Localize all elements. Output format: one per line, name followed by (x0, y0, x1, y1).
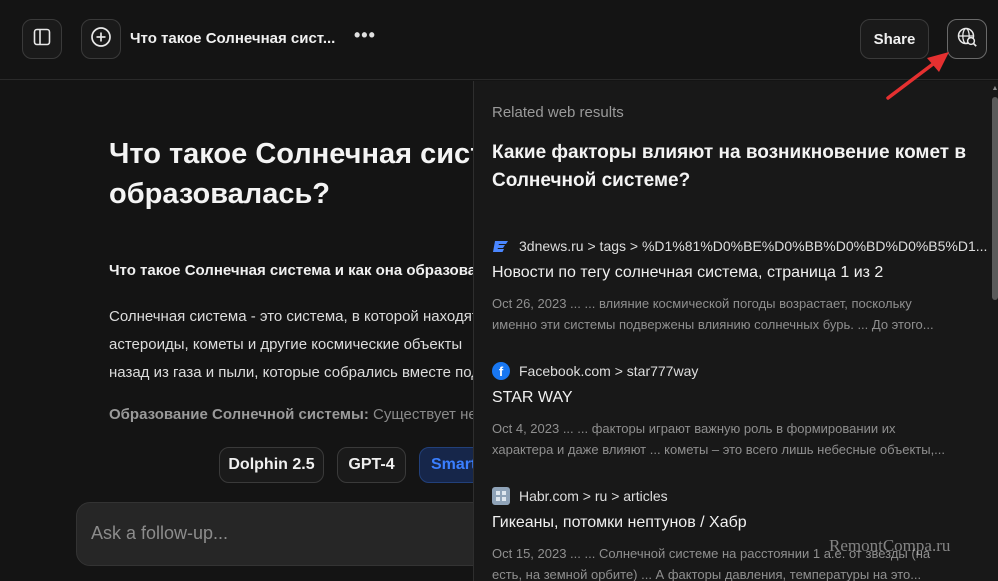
watermark: RemontCompa.ru (829, 536, 951, 555)
more-options-button[interactable]: ••• (354, 25, 376, 46)
3dnews-icon (492, 237, 510, 255)
search-result[interactable]: Habr.com > ru > articles Гикеаны, потомк… (492, 487, 972, 581)
related-question[interactable]: Какие факторы влияют на возникновение ко… (492, 139, 982, 195)
title-line: Что такое Солнечная система и как она (109, 138, 473, 170)
related-results-panel: Related web results Какие факторы влияют… (473, 81, 998, 581)
result-source-text: Habr.com > ru > articles (519, 488, 668, 504)
globe-search-icon (956, 26, 978, 53)
result-source-text: 3dnews.ru > tags > %D1%81%D0%BE%D0%BB%D0… (519, 238, 988, 254)
model-chip-smart[interactable]: Smart (419, 447, 473, 483)
result-snippet: Oct 26, 2023 ... ... влияние космической… (492, 293, 972, 335)
sidebar-icon (33, 28, 51, 51)
snippet-line: именно эти системы подвержены влиянию со… (492, 317, 934, 332)
new-chat-button[interactable] (81, 19, 121, 59)
title-line: образовалась? (109, 178, 331, 210)
result-source: 3dnews.ru > tags > %D1%81%D0%BE%D0%BB%D0… (492, 237, 987, 255)
snippet-line: Oct 26, 2023 ... ... влияние космической… (492, 296, 912, 311)
plus-circle-icon (90, 26, 112, 53)
habr-icon (492, 487, 510, 505)
search-result[interactable]: f Facebook.com > star777way STAR WAY Oct… (492, 362, 972, 460)
result-source: f Facebook.com > star777way (492, 362, 972, 380)
panel-heading: Related web results (492, 104, 624, 121)
result-title[interactable]: Новости по тегу солнечная система, стран… (492, 264, 972, 282)
top-bar: Что такое Солнечная сист... ••• Share (0, 0, 998, 80)
conversation-title: Что такое Солнечная сист... (130, 30, 336, 47)
body-line: астероиды, кометы и другие космические о… (109, 336, 463, 353)
followup-input[interactable]: Ask a follow-up... (76, 502, 473, 566)
answer-area: Что такое Солнечная система и как она об… (0, 81, 473, 581)
snippet-line: есть, на земной орбите) ... А факторы да… (492, 567, 922, 581)
facebook-icon: f (492, 362, 510, 380)
model-chip-dolphin[interactable]: Dolphin 2.5 (219, 447, 324, 483)
body-line: Солнечная система - это система, в котор… (109, 308, 473, 325)
snippet-line: характера и даже влияют ... кометы – это… (492, 442, 946, 457)
result-source-text: Facebook.com > star777way (519, 363, 699, 379)
body-line: назад из газа и пыли, которые собрались … (109, 364, 473, 381)
result-title[interactable]: STAR WAY (492, 389, 972, 407)
page-title: Что такое Солнечная система и как она об… (109, 134, 473, 214)
search-result[interactable]: 3dnews.ru > tags > %D1%81%D0%BE%D0%BB%D0… (492, 237, 987, 335)
answer-body: Солнечная система - это система, в котор… (109, 303, 473, 387)
panel-scrollbar[interactable]: ▲ (991, 81, 998, 581)
answer-subheading: Что такое Солнечная система и как она об… (109, 262, 473, 279)
scroll-up-icon[interactable]: ▲ (991, 85, 998, 92)
result-source: Habr.com > ru > articles (492, 487, 972, 505)
formation-label: Образование Солнечной системы: (109, 406, 369, 423)
result-title[interactable]: Гикеаны, потомки нептунов / Хабр (492, 514, 972, 532)
snippet-line: Oct 4, 2023 ... ... факторы играют важну… (492, 421, 896, 436)
formation-text: Существует несколько (373, 406, 473, 423)
toggle-sidebar-button[interactable] (22, 19, 62, 59)
result-snippet: Oct 4, 2023 ... ... факторы играют важну… (492, 418, 972, 460)
scroll-thumb[interactable] (992, 97, 998, 300)
annotation-arrow-icon (883, 48, 953, 104)
model-chip-gpt4[interactable]: GPT-4 (337, 447, 406, 483)
followup-placeholder: Ask a follow-up... (91, 523, 229, 543)
web-results-button[interactable] (947, 19, 987, 59)
formation-paragraph: Образование Солнечной системы: Существуе… (109, 406, 473, 423)
